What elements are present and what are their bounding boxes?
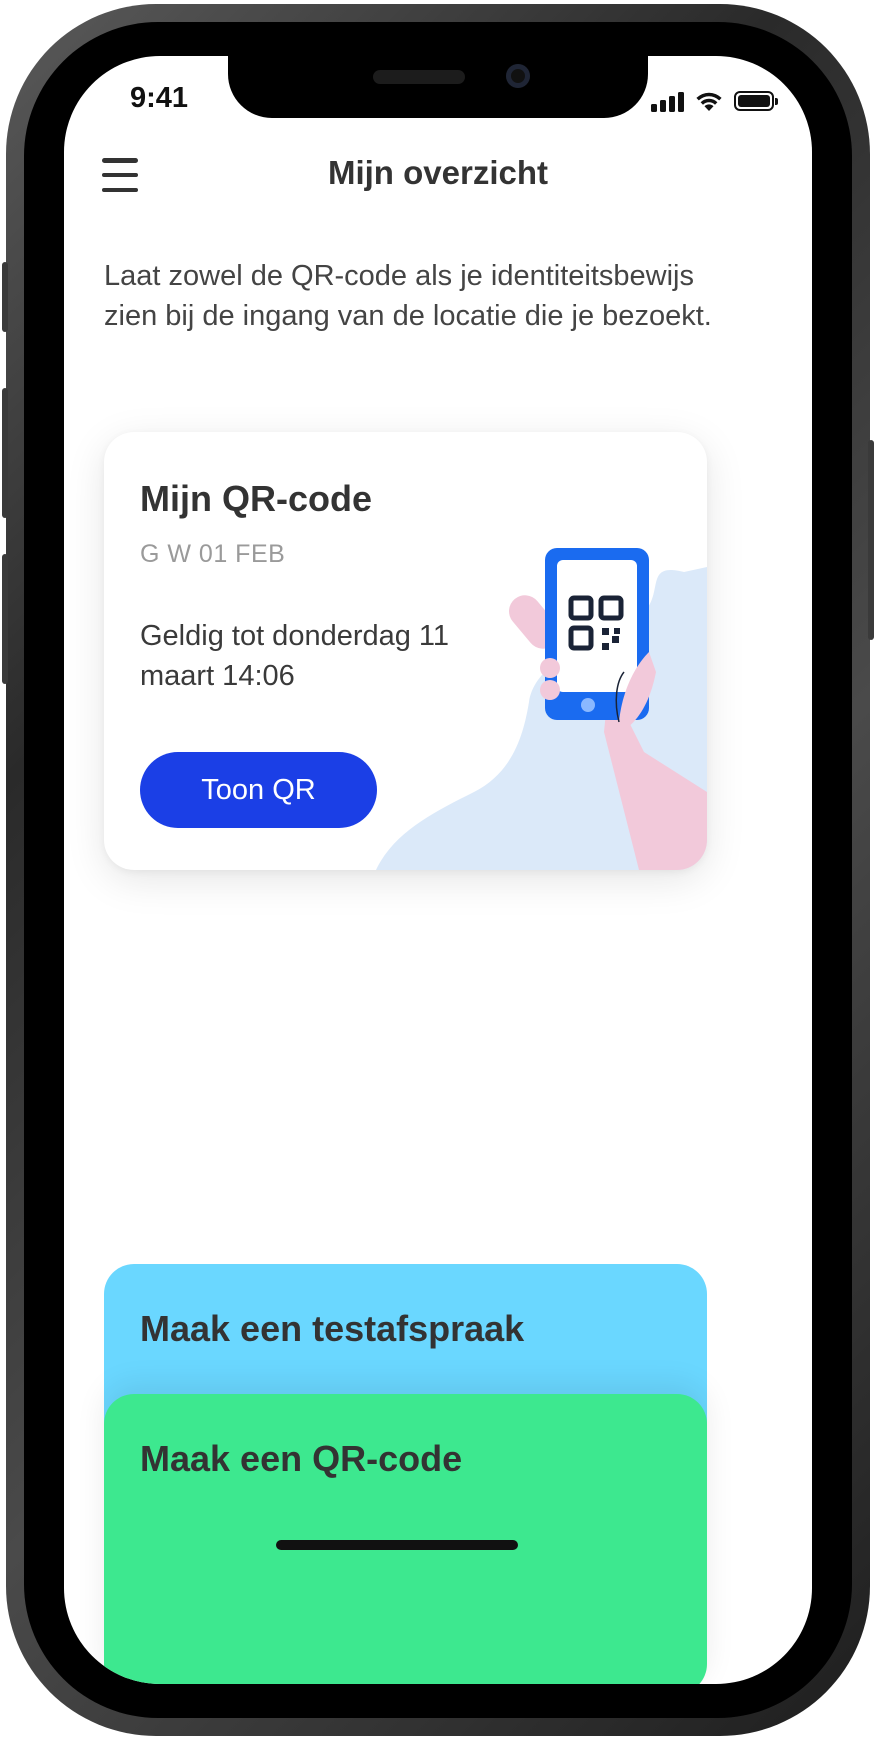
card-title: Mijn QR-code bbox=[140, 478, 372, 519]
battery-icon bbox=[734, 91, 778, 111]
card-validity: Geldig tot donderdag 11 maart 14:06 bbox=[140, 620, 450, 692]
show-qr-button[interactable]: Toon QR bbox=[140, 752, 377, 828]
notch bbox=[228, 56, 648, 118]
home-indicator bbox=[276, 1540, 518, 1550]
card-initials: G W 01 FEB bbox=[140, 540, 286, 568]
signal-icon bbox=[651, 90, 684, 112]
front-camera bbox=[506, 64, 530, 88]
status-icons bbox=[651, 86, 778, 112]
make-qr-code-card[interactable]: Maak een QR-code bbox=[104, 1394, 707, 1684]
phone-volume-up-button bbox=[2, 388, 8, 518]
status-time: 9:41 bbox=[130, 82, 189, 114]
phone-side-button bbox=[2, 262, 8, 332]
intro-text: Laat zowel de QR-code als je identiteits… bbox=[104, 260, 712, 332]
phone-power-button bbox=[868, 440, 874, 640]
wifi-icon bbox=[696, 92, 722, 111]
make-test-appointment-label: Maak een testafspraak bbox=[140, 1308, 525, 1349]
page-title: Mijn overzicht bbox=[327, 154, 549, 191]
speaker bbox=[373, 70, 465, 84]
phone-volume-down-button bbox=[2, 554, 8, 684]
make-qr-code-label: Maak een QR-code bbox=[140, 1438, 463, 1479]
qr-card: Mijn QR-code G W 01 FEB Geldig tot donde… bbox=[104, 432, 707, 870]
screen: 9:41 Mijn overzicht Laat zowel de QR-cod… bbox=[64, 56, 812, 1684]
